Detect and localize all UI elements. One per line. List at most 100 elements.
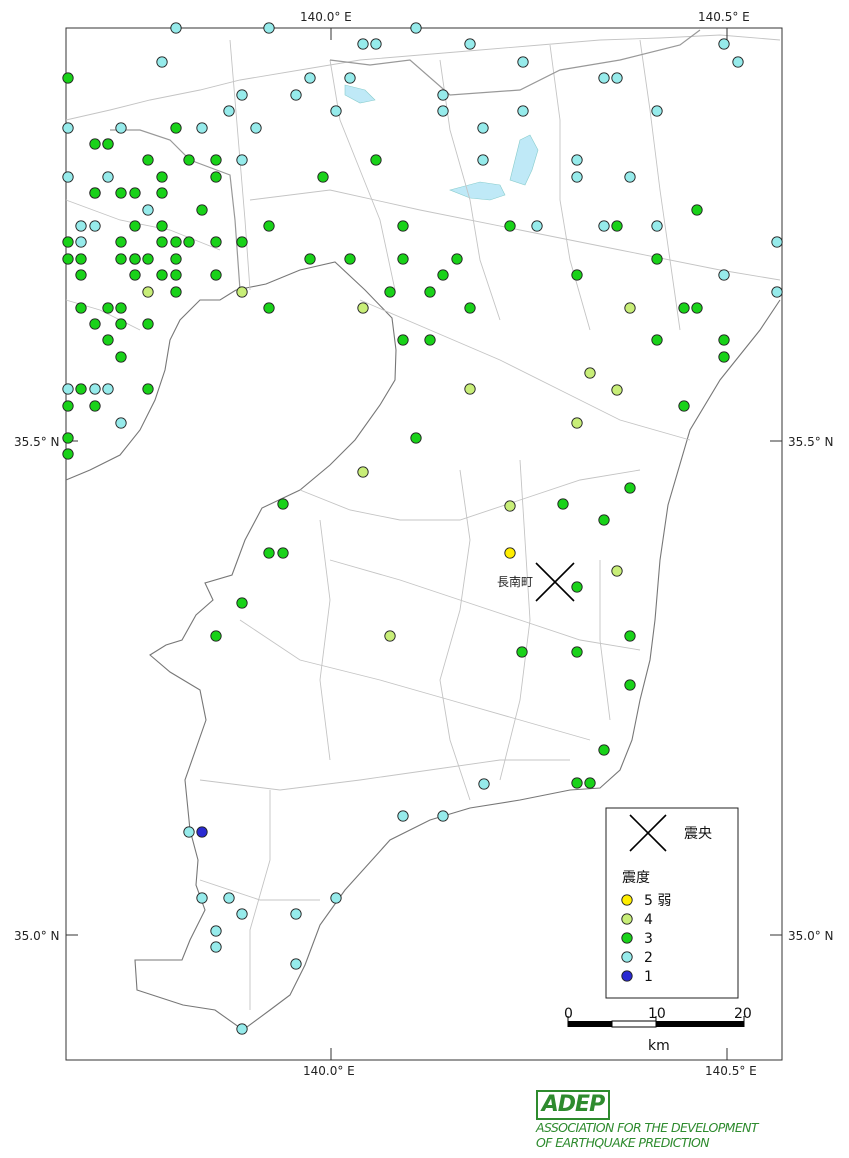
station-intensity-3 [62, 72, 74, 84]
station-intensity-2 [156, 56, 168, 68]
station-intensity-3 [504, 220, 516, 232]
station-intensity-3 [718, 334, 730, 346]
station-intensity-1 [196, 826, 208, 838]
station-intensity-3 [170, 286, 182, 298]
station-intensity-3 [75, 302, 87, 314]
station-intensity-3 [115, 351, 127, 363]
epicenter-place-label: 長南町 [497, 574, 533, 589]
station-intensity-3 [183, 154, 195, 166]
station-intensity-2 [210, 941, 222, 953]
station-intensity-3 [516, 646, 528, 658]
station-intensity-3 [277, 547, 289, 559]
station-intensity-2 [304, 72, 316, 84]
station-intensity-3 [611, 220, 623, 232]
station-intensity-2 [410, 22, 422, 34]
station-intensity-3 [142, 253, 154, 265]
station-intensity-2 [651, 105, 663, 117]
station-intensity-3 [370, 154, 382, 166]
station-intensity-2 [344, 72, 356, 84]
station-intensity-2 [478, 778, 490, 790]
station-intensity-2 [196, 122, 208, 134]
lat-label-left-upper: 35.5° N [14, 435, 60, 449]
station-intensity-4 [236, 286, 248, 298]
station-intensity-2 [75, 236, 87, 248]
legend-swatch-1 [621, 913, 633, 925]
station-intensity-3 [183, 236, 195, 248]
legend-epicenter-label: 震央 [684, 826, 712, 842]
station-intensity-3 [624, 679, 636, 691]
station-intensity-3 [571, 646, 583, 658]
station-intensity-2 [115, 122, 127, 134]
station-intensity-3 [170, 253, 182, 265]
station-intensity-3 [115, 302, 127, 314]
station-intensity-3 [102, 302, 114, 314]
scale-tick-20: 20 [734, 1006, 752, 1022]
station-intensity-3 [115, 236, 127, 248]
station-intensity-3 [75, 383, 87, 395]
station-intensity-2 [771, 236, 783, 248]
station-intensity-2 [571, 154, 583, 166]
station-intensity-3 [196, 204, 208, 216]
station-intensity-2 [290, 908, 302, 920]
station-intensity-2 [464, 38, 476, 50]
station-intensity-2 [771, 286, 783, 298]
station-intensity-3 [89, 318, 101, 330]
station-intensity-2 [89, 220, 101, 232]
station-intensity-2 [531, 220, 543, 232]
station-intensity-4 [142, 286, 154, 298]
station-intensity-3 [129, 269, 141, 281]
station-intensity-4 [357, 466, 369, 478]
legend-label-2: 3 [644, 931, 653, 947]
station-intensity-4 [464, 383, 476, 395]
station-intensity-3 [277, 498, 289, 510]
station-intensity-2 [236, 1023, 248, 1035]
station-intensity-2 [330, 892, 342, 904]
station-intensity-3 [102, 138, 114, 150]
station-intensity-3 [571, 581, 583, 593]
station-intensity-2 [102, 171, 114, 183]
lat-label-right-lower: 35.0° N [788, 929, 834, 943]
station-intensity-2 [718, 269, 730, 281]
station-intensity-2 [62, 171, 74, 183]
station-intensity-3 [129, 220, 141, 232]
station-intensity-2 [236, 89, 248, 101]
station-intensity-3 [75, 269, 87, 281]
lon-label-bottom-left: 140.0° E [303, 1064, 355, 1078]
lon-label-top-left: 140.0° E [300, 10, 352, 24]
station-intensity-4 [384, 630, 396, 642]
station-intensity-3 [142, 383, 154, 395]
station-intensity-3 [397, 253, 409, 265]
station-intensity-3 [129, 253, 141, 265]
station-intensity-3 [170, 269, 182, 281]
station-intensity-3 [424, 334, 436, 346]
station-intensity-2 [732, 56, 744, 68]
logo-line-1: ASSOCIATION FOR THE DEVELOPMENT [536, 1120, 759, 1135]
station-intensity-2 [611, 72, 623, 84]
station-intensity-3 [236, 597, 248, 609]
legend-label-1: 4 [644, 912, 653, 928]
station-intensity-2 [196, 892, 208, 904]
station-intensity-4 [624, 302, 636, 314]
scale-unit: km [648, 1038, 670, 1054]
station-intensity-3 [75, 253, 87, 265]
station-intensity-3 [89, 187, 101, 199]
station-intensity-2 [598, 72, 610, 84]
station-intensity-3 [317, 171, 329, 183]
station-intensity-3 [89, 400, 101, 412]
station-intensity-2 [598, 220, 610, 232]
station-intensity-3 [598, 514, 610, 526]
lon-label-top-right: 140.5° E [698, 10, 750, 24]
station-intensity-3 [102, 334, 114, 346]
station-intensity-3 [115, 187, 127, 199]
station-intensity-3 [624, 630, 636, 642]
station-intensity-3 [410, 432, 422, 444]
station-intensity-4 [571, 417, 583, 429]
station-intensity-2 [89, 383, 101, 395]
station-intensity-3 [437, 269, 449, 281]
station-intensity-3 [263, 547, 275, 559]
station-intensity-2 [718, 38, 730, 50]
lat-label-right-upper: 35.5° N [788, 435, 834, 449]
station-intensity-2 [437, 105, 449, 117]
legend-swatch-2 [621, 932, 633, 944]
station-intensity-4 [611, 384, 623, 396]
